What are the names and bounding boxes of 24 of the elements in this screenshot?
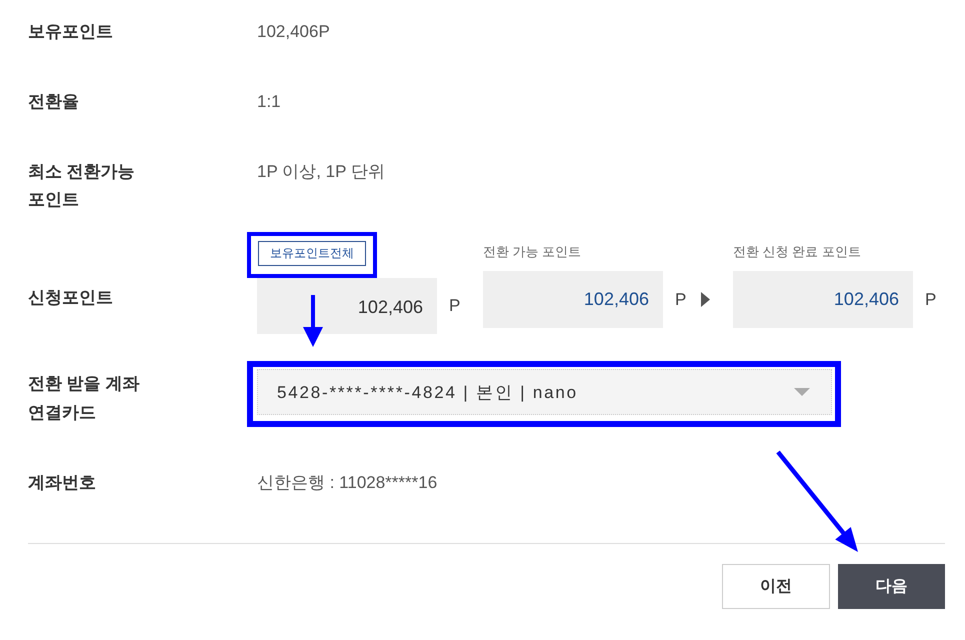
points-display: 102,406	[733, 271, 913, 328]
field-label: 전환 받을 계좌 연결카드	[28, 373, 140, 424]
previous-button[interactable]: 이전	[722, 564, 830, 609]
points-display: 102,406	[483, 271, 663, 328]
points-input[interactable]: 102,406	[257, 278, 437, 334]
field-caption: 전환 가능 포인트	[483, 243, 582, 261]
field-value: 신한은행 : 11028*****16	[257, 472, 438, 494]
annotation-arrow	[303, 295, 323, 347]
field-caption: 전환 신청 완료 포인트	[733, 243, 861, 261]
field-value: 1:1	[257, 91, 281, 113]
field-value: 1P 이상, 1P 단위	[257, 161, 385, 183]
card-select[interactable]: 5428-****-****-4824 | 본인 | nano	[257, 369, 832, 415]
unit-label: P	[449, 296, 460, 316]
field-label: 최소 전환가능 포인트	[28, 161, 136, 211]
field-value: 102,406P	[257, 21, 330, 43]
field-label: 신청포인트	[28, 287, 113, 309]
caret-icon	[794, 388, 810, 396]
next-button[interactable]: 다음	[838, 564, 945, 609]
field-label: 계좌번호	[28, 472, 96, 494]
unit-label: P	[675, 290, 686, 310]
unit-label: P	[925, 290, 936, 310]
all-points-button[interactable]: 보유포인트전체	[258, 241, 366, 266]
field-label: 전환율	[28, 91, 79, 113]
field-label: 보유포인트	[28, 21, 113, 43]
